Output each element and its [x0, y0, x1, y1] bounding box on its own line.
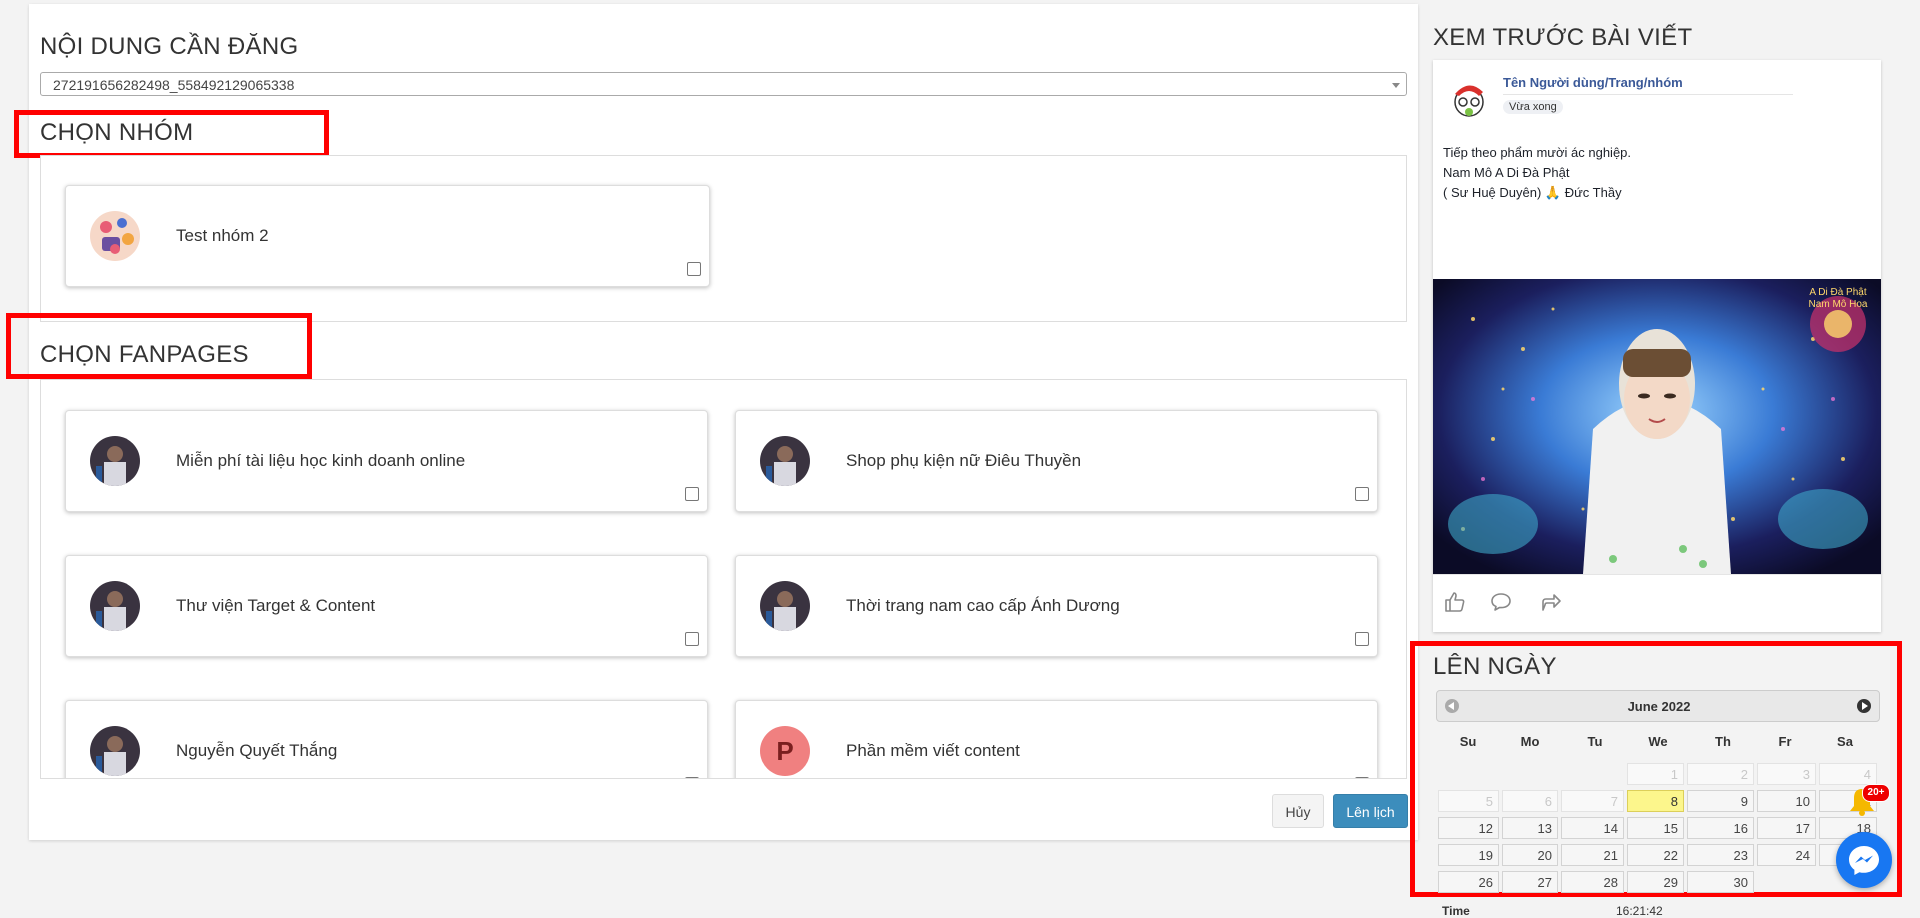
author-divider [1503, 94, 1793, 95]
weekday-label: Th [1715, 734, 1731, 749]
calendar-day[interactable]: 27 [1502, 871, 1558, 893]
fanpage-card[interactable]: P Phần mềm viết content [735, 700, 1378, 778]
calendar-day: 6 [1502, 790, 1558, 812]
messenger-button[interactable] [1836, 832, 1892, 888]
weekday-label: Su [1459, 734, 1477, 749]
fanpage-card[interactable]: Shop phụ kiện nữ Điêu Thuyền [735, 410, 1378, 512]
schedule-title: LÊN NGÀY [1433, 653, 1557, 680]
author-name[interactable]: Tên Người dùng/Trang/nhóm [1503, 75, 1683, 90]
calendar-day: 7 [1561, 790, 1624, 812]
calendar-day[interactable]: 10 [1757, 790, 1816, 812]
content-title: NỘI DUNG CẦN ĐĂNG [40, 33, 299, 60]
fanpage-avatar [90, 436, 140, 486]
cancel-button[interactable]: Hủy [1272, 794, 1324, 828]
weekday-label: We [1648, 734, 1668, 749]
chevron-down-icon [1392, 83, 1400, 88]
messenger-icon [1849, 846, 1879, 875]
fanpage-checkbox[interactable] [1355, 632, 1369, 646]
weekday-label: Fr [1778, 734, 1792, 749]
calendar-day: 3 [1757, 763, 1816, 785]
calendar-day[interactable]: 22 [1627, 844, 1684, 866]
fanpage-name: Shop phụ kiện nữ Điêu Thuyền [846, 451, 1082, 470]
actions-divider [1433, 574, 1881, 575]
calendar-day-today[interactable]: 8 [1627, 790, 1684, 812]
fanpage-name: Nguyễn Quyết Thắng [176, 741, 338, 760]
calendar-day[interactable]: 9 [1687, 790, 1754, 812]
post-text-line: Nam Mô A Di Đà Phật [1443, 165, 1570, 180]
calendar-day[interactable]: 23 [1687, 844, 1754, 866]
time-label: Time [1442, 904, 1470, 918]
fanpage-list: Miễn phí tài liệu học kinh doanh online … [40, 379, 1407, 779]
post-image: A Di Đà Phật Nam Mô Hoa [1433, 279, 1881, 574]
fanpage-card[interactable]: Miễn phí tài liệu học kinh doanh online [65, 410, 708, 512]
post-text: Tiếp theo phẩm mười ác nghiệp. Nam Mô A … [1443, 143, 1631, 203]
fanpage-card[interactable]: Nguyễn Quyết Thắng [65, 700, 708, 778]
fanpage-name: Thời trang nam cao cấp Ánh Dương [846, 596, 1120, 615]
fanpage-checkbox[interactable] [1355, 487, 1369, 501]
fanpage-name: Miễn phí tài liệu học kinh doanh online [176, 451, 466, 470]
calendar-day: 5 [1438, 790, 1499, 812]
group-title: CHỌN NHÓM [40, 119, 194, 146]
image-caption: A Di Đà Phật Nam Mô Hoa [1808, 287, 1868, 310]
group-avatar [90, 211, 140, 261]
fanpage-name: Phần mềm viết content [846, 741, 1020, 760]
calendar-day: 2 [1687, 763, 1754, 785]
weekday-label: Sa [1837, 734, 1853, 749]
weekday-label: Mo [1520, 734, 1540, 749]
calendar-day[interactable]: 26 [1438, 871, 1499, 893]
calendar-day[interactable]: 15 [1627, 817, 1684, 839]
fanpage-avatar [90, 581, 140, 631]
weekday-label: Tu [1587, 734, 1603, 749]
next-month-icon[interactable] [1857, 699, 1871, 713]
post-text-line: ( Sư Huệ Duyên) 🙏 Đức Thầy [1443, 185, 1622, 200]
content-select[interactable]: 272191656282498_558492129065338 [40, 72, 1407, 96]
calendar-day[interactable]: 12 [1438, 817, 1499, 839]
calendar-day: 4 [1819, 763, 1877, 785]
calendar-day[interactable]: 17 [1757, 817, 1816, 839]
calendar-day[interactable]: 16 [1687, 817, 1754, 839]
fanpage-title: CHỌN FANPAGES [40, 341, 249, 368]
fanpage-card[interactable]: Thư viện Target & Content [65, 555, 708, 657]
fanpage-name: Thư viện Target & Content [176, 596, 376, 615]
post-preview: Tên Người dùng/Trang/nhóm Vừa xong Tiếp … [1433, 60, 1881, 632]
calendar-day[interactable]: 19 [1438, 844, 1499, 866]
fanpage-avatar-initial: P [760, 726, 810, 776]
schedule-button[interactable]: Lên lịch [1333, 794, 1408, 828]
preview-title: XEM TRƯỚC BÀI VIẾT [1433, 24, 1693, 51]
fanpage-checkbox[interactable] [1355, 777, 1369, 778]
fanpage-avatar [760, 436, 810, 486]
calendar-day[interactable]: 28 [1561, 871, 1624, 893]
calendar-day[interactable]: 14 [1561, 817, 1624, 839]
calendar-day[interactable]: 21 [1561, 844, 1624, 866]
group-name: Test nhóm 2 [176, 226, 269, 245]
post-time: Vừa xong [1503, 100, 1563, 114]
calendar-day[interactable]: 13 [1502, 817, 1558, 839]
calendar-day: 1 [1627, 763, 1684, 785]
fanpage-avatar [90, 726, 140, 776]
calendar-month: June 2022 [1627, 699, 1691, 714]
time-value: 16:21:42 [1616, 904, 1663, 918]
group-card[interactable]: Test nhóm 2 [65, 185, 710, 287]
content-select-value: 272191656282498_558492129065338 [53, 77, 295, 93]
author-avatar [1449, 78, 1489, 118]
calendar-header: June 2022 [1436, 690, 1880, 722]
fanpage-checkbox[interactable] [685, 632, 699, 646]
share-icon[interactable] [1539, 590, 1563, 614]
post-text-line: Tiếp theo phẩm mười ác nghiệp. [1443, 145, 1632, 160]
calendar-day[interactable]: 29 [1627, 871, 1684, 893]
notification-badge: 20+ [1862, 784, 1890, 802]
fanpage-checkbox[interactable] [685, 487, 699, 501]
calendar-day[interactable]: 30 [1687, 871, 1754, 893]
like-icon[interactable] [1443, 590, 1467, 614]
calendar-day[interactable]: 24 [1757, 844, 1816, 866]
calendar-day[interactable]: 20 [1502, 844, 1558, 866]
group-checkbox[interactable] [687, 262, 701, 276]
fanpage-avatar [760, 581, 810, 631]
fanpage-checkbox[interactable] [685, 777, 699, 778]
comment-icon[interactable] [1489, 590, 1513, 614]
fanpage-card[interactable]: Thời trang nam cao cấp Ánh Dương [735, 555, 1378, 657]
